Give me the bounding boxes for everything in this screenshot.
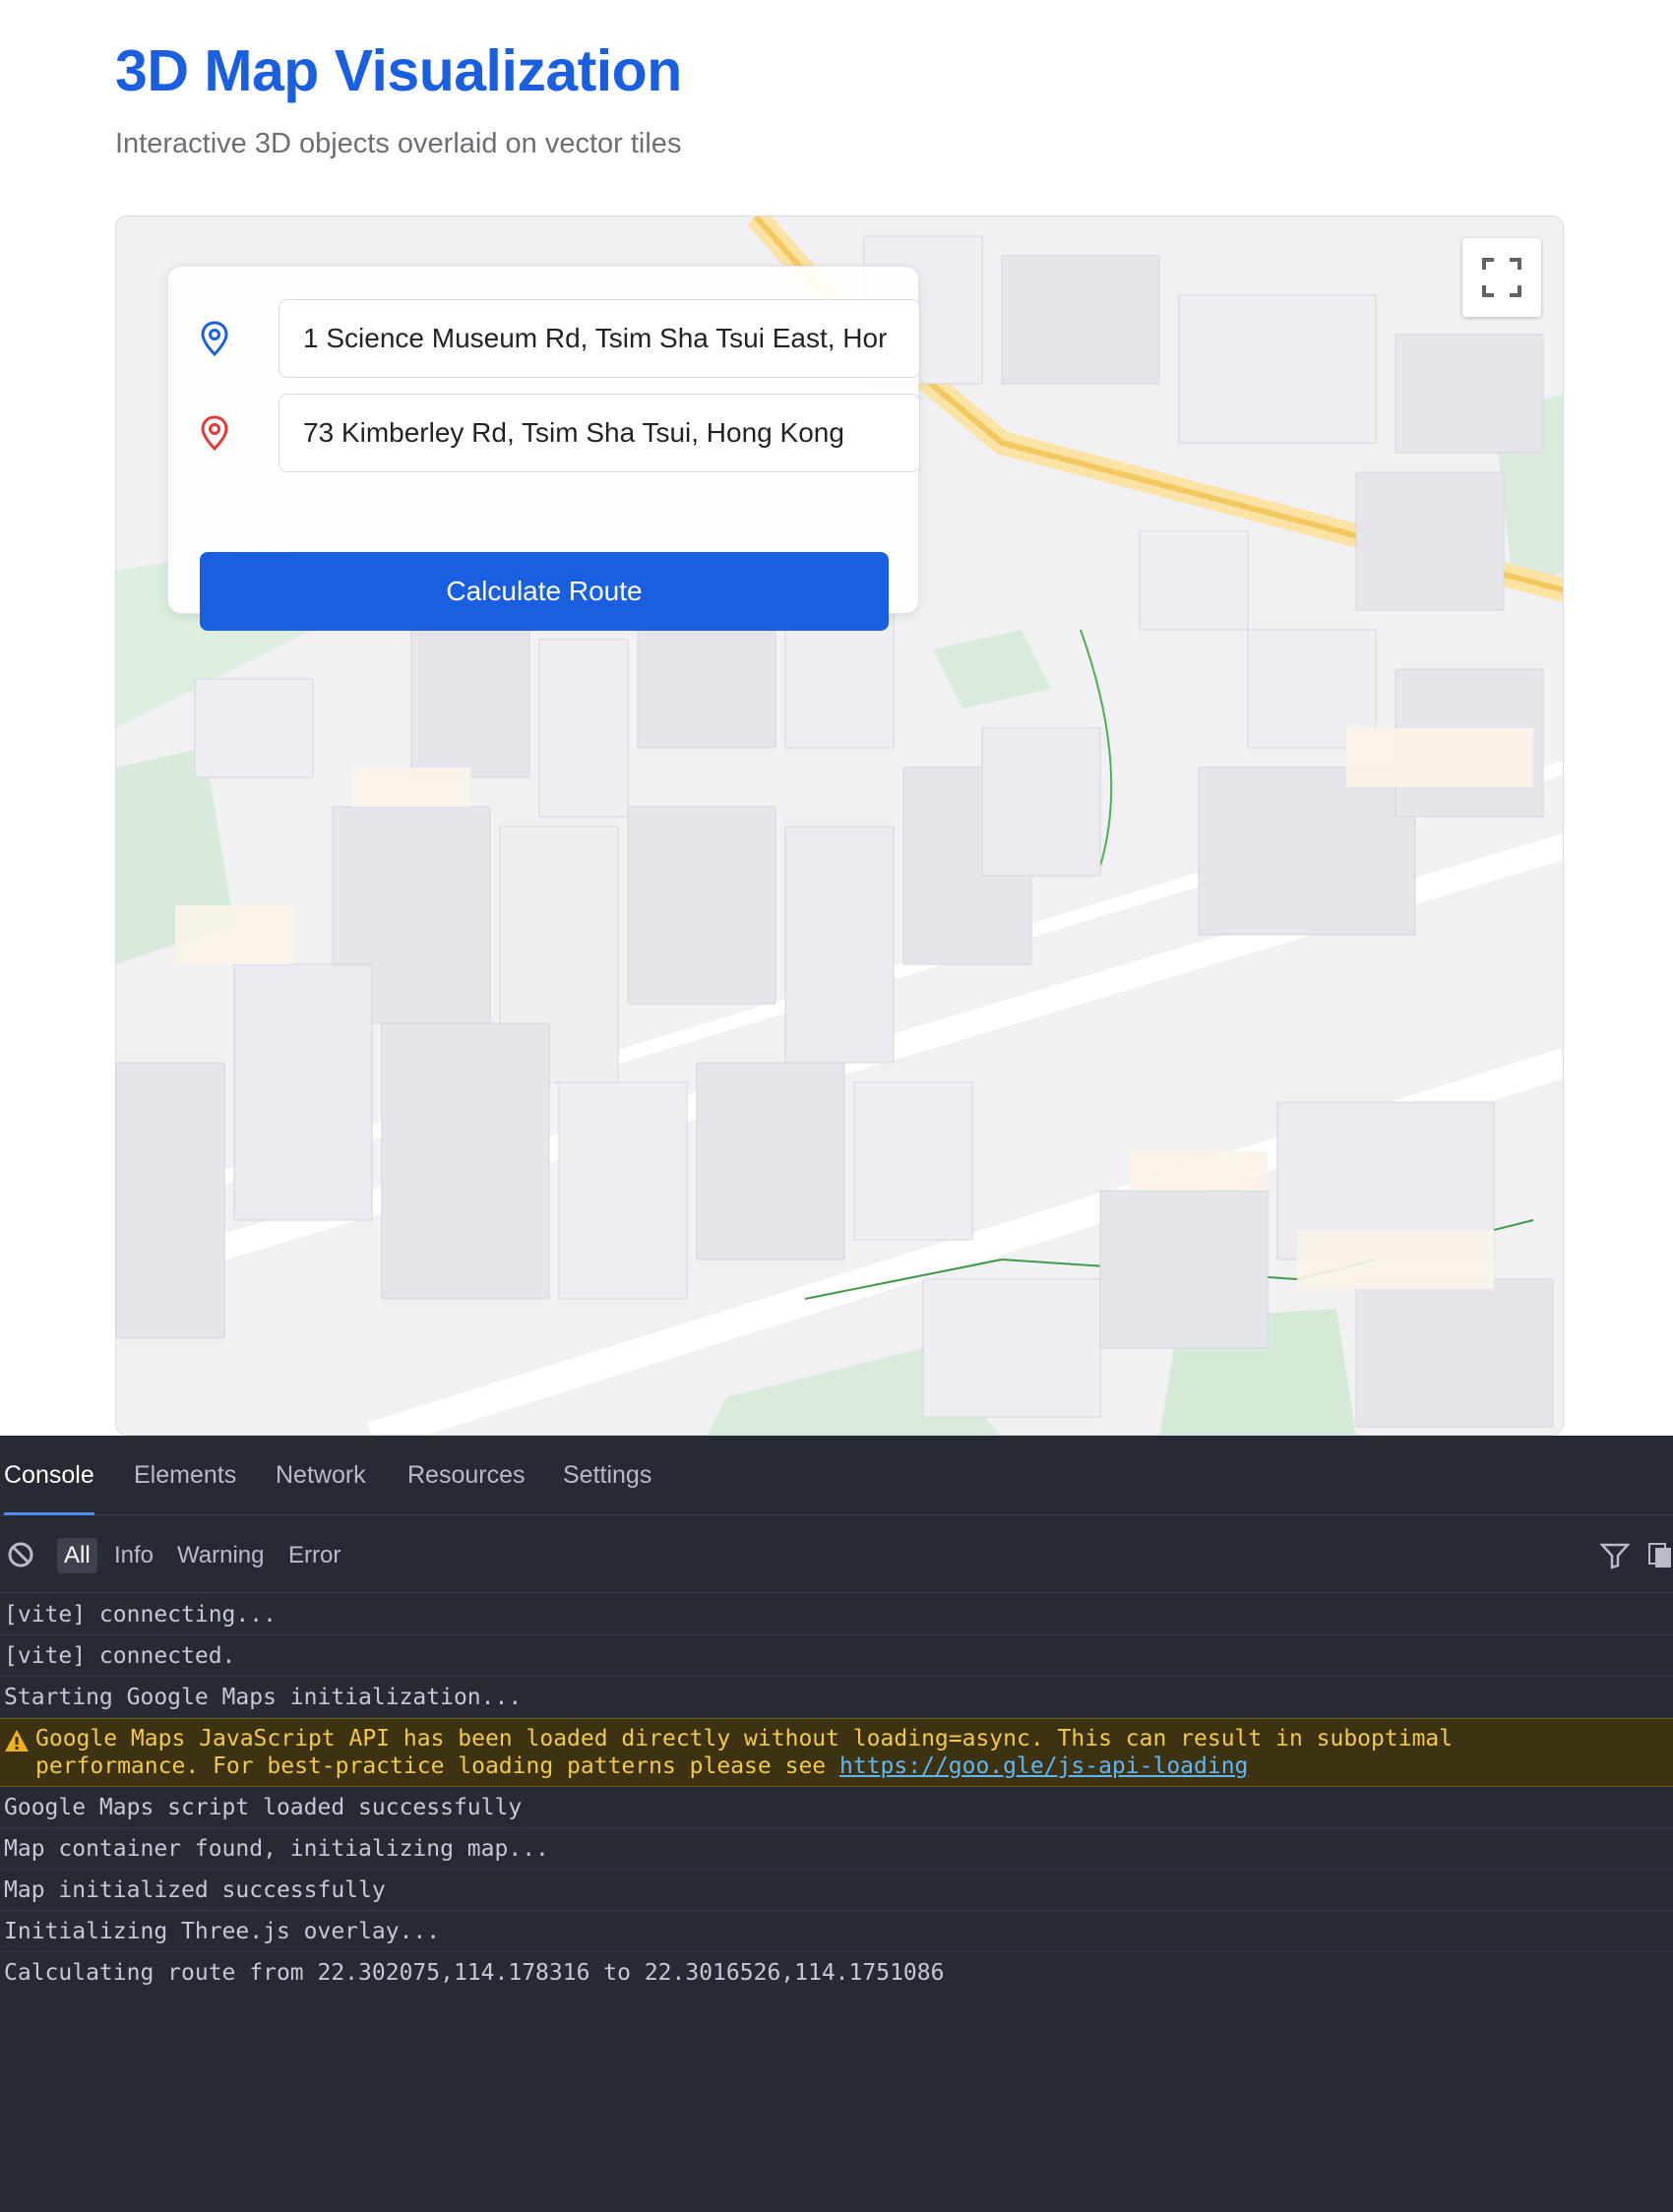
clear-console-icon[interactable] bbox=[6, 1540, 35, 1569]
tab-network[interactable]: Network bbox=[276, 1436, 366, 1515]
console-toolbar: All Info Warning Error bbox=[0, 1516, 1673, 1593]
level-warning[interactable]: Warning bbox=[177, 1538, 264, 1573]
log-line: Map container found, initializing map... bbox=[0, 1828, 1673, 1870]
destination-input[interactable] bbox=[279, 394, 920, 472]
warning-text: Google Maps JavaScript API has been load… bbox=[35, 1725, 1453, 1780]
page-header: 3D Map Visualization Interactive 3D obje… bbox=[115, 35, 682, 161]
warning-line-1: Google Maps JavaScript API has been load… bbox=[35, 1726, 1454, 1751]
warning-link[interactable]: https://goo.gle/js-api-loading bbox=[839, 1753, 1248, 1779]
page-title: 3D Map Visualization bbox=[115, 38, 682, 103]
level-info[interactable]: Info bbox=[114, 1538, 154, 1573]
filter-icon[interactable] bbox=[1600, 1542, 1630, 1569]
tab-console[interactable]: Console bbox=[4, 1436, 94, 1515]
console-log-list: [vite] connecting... [vite] connected. S… bbox=[0, 1594, 1673, 1994]
copy-icon[interactable] bbox=[1647, 1542, 1673, 1569]
route-panel: Calculate Route bbox=[167, 266, 920, 631]
fullscreen-icon bbox=[1482, 258, 1521, 297]
log-line: [vite] connecting... bbox=[0, 1594, 1673, 1635]
log-line: Initializing Three.js overlay... bbox=[0, 1911, 1673, 1952]
log-line: [vite] connected. bbox=[0, 1635, 1673, 1677]
warning-icon bbox=[5, 1730, 29, 1751]
devtools-panel: Console Elements Network Resources Setti… bbox=[0, 1436, 1673, 2212]
destination-pin-icon bbox=[201, 415, 228, 451]
map-container[interactable]: Calculate Route bbox=[115, 215, 1564, 1436]
level-error[interactable]: Error bbox=[288, 1538, 341, 1573]
warning-line-2: performance. For best-practice loading p… bbox=[35, 1753, 839, 1779]
page-subtitle: Interactive 3D objects overlaid on vecto… bbox=[115, 128, 682, 159]
log-warning: Google Maps JavaScript API has been load… bbox=[0, 1718, 1673, 1787]
log-line: Calculating route from 22.302075,114.178… bbox=[4, 1960, 945, 1986]
tab-settings[interactable]: Settings bbox=[563, 1436, 651, 1515]
devtools-tabs: Console Elements Network Resources Setti… bbox=[0, 1436, 1673, 1515]
tab-elements[interactable]: Elements bbox=[134, 1436, 236, 1515]
tab-resources[interactable]: Resources bbox=[407, 1436, 526, 1515]
destination-row bbox=[200, 394, 920, 472]
origin-row bbox=[200, 299, 920, 378]
fullscreen-button[interactable] bbox=[1462, 238, 1541, 317]
log-line: Map initialized successfully bbox=[0, 1870, 1673, 1911]
level-all[interactable]: All bbox=[57, 1538, 97, 1573]
log-line: Starting Google Maps initialization... bbox=[0, 1677, 1673, 1718]
log-line: Google Maps script loaded successfully bbox=[0, 1787, 1673, 1828]
origin-input[interactable] bbox=[279, 299, 920, 378]
calculate-route-button[interactable]: Calculate Route bbox=[200, 552, 889, 631]
origin-pin-icon bbox=[201, 321, 228, 356]
